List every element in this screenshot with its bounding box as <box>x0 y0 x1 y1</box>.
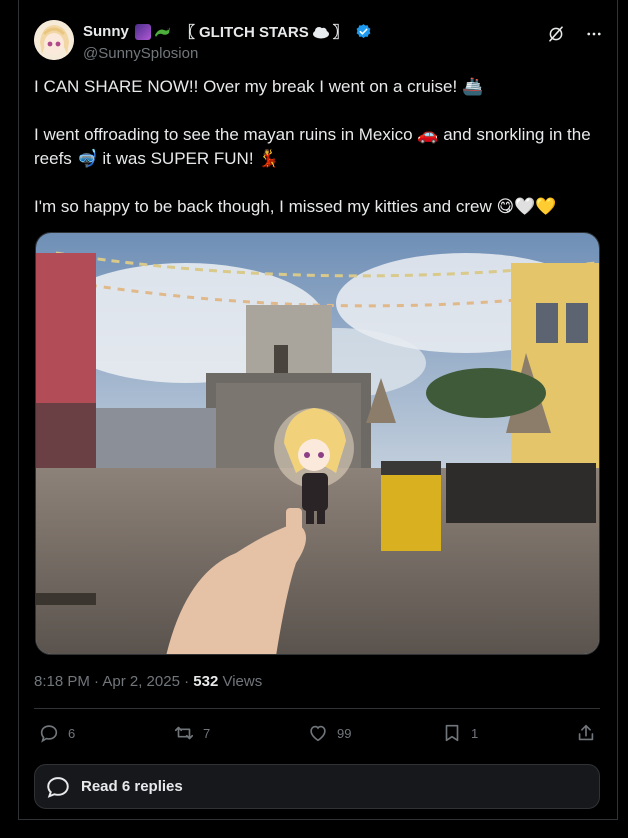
chat-bubble-icon <box>47 776 69 798</box>
like-icon <box>310 725 326 742</box>
display-name-row[interactable]: Sunny 〖 GLITCH STARS 〗 <box>83 21 372 42</box>
reply-icon <box>40 725 58 743</box>
cloud-emoji-icon <box>312 25 330 39</box>
avatar[interactable] <box>34 20 74 60</box>
repost-button[interactable]: 7 <box>173 722 210 744</box>
read-replies-label: Read 6 replies <box>81 778 183 795</box>
bookmark-icon <box>445 724 459 742</box>
tweet-line: I went offroading to see the mayan ruins… <box>34 125 591 168</box>
like-count: 99 <box>337 725 352 741</box>
divider <box>34 708 600 709</box>
tweet-header: Sunny 〖 GLITCH STARS 〗 @SunnySplosion <box>34 18 604 62</box>
action-bar: 6 7 99 1 <box>34 718 600 748</box>
tweet-meta: 8:18 PM · Apr 2, 2025 · 532 Views <box>34 673 262 690</box>
galaxy-emoji-icon <box>134 23 151 40</box>
tweet-line: I'm so happy to be back though, I missed… <box>34 197 557 216</box>
share-button[interactable] <box>575 722 597 744</box>
more-icon[interactable] <box>584 24 604 44</box>
reply-button[interactable]: 6 <box>38 722 75 744</box>
reply-count: 6 <box>68 725 76 741</box>
bookmark-button[interactable]: 1 <box>441 722 478 744</box>
repost-icon <box>174 726 194 740</box>
bookmark-count: 1 <box>471 725 479 741</box>
timestamp[interactable]: 8:18 PM · Apr 2, 2025 · <box>34 673 193 690</box>
header-actions <box>546 24 604 44</box>
tweet-text: I CAN SHARE NOW!! Over my break I went o… <box>34 75 594 219</box>
lizard-emoji-icon <box>154 24 171 40</box>
author-handle[interactable]: @SunnySplosion <box>83 45 372 62</box>
views-count: 532 <box>193 673 219 690</box>
team-tag-end: 〗 <box>332 24 348 41</box>
author-names: Sunny 〖 GLITCH STARS 〗 @SunnySplosion <box>83 21 372 62</box>
tweet-photo[interactable] <box>35 232 600 655</box>
tweet-line: I CAN SHARE NOW!! Over my break I went o… <box>34 77 484 96</box>
views-label: Views <box>218 673 263 690</box>
share-icon <box>578 724 594 741</box>
repost-count: 7 <box>203 725 211 741</box>
verified-badge-icon[interactable] <box>355 23 372 40</box>
display-name[interactable]: Sunny <box>83 23 129 40</box>
like-button[interactable]: 99 <box>307 722 351 744</box>
read-replies-button[interactable]: Read 6 replies <box>34 764 600 809</box>
grok-icon[interactable] <box>546 24 566 44</box>
team-tag: 〖 GLITCH STARS <box>179 24 309 41</box>
